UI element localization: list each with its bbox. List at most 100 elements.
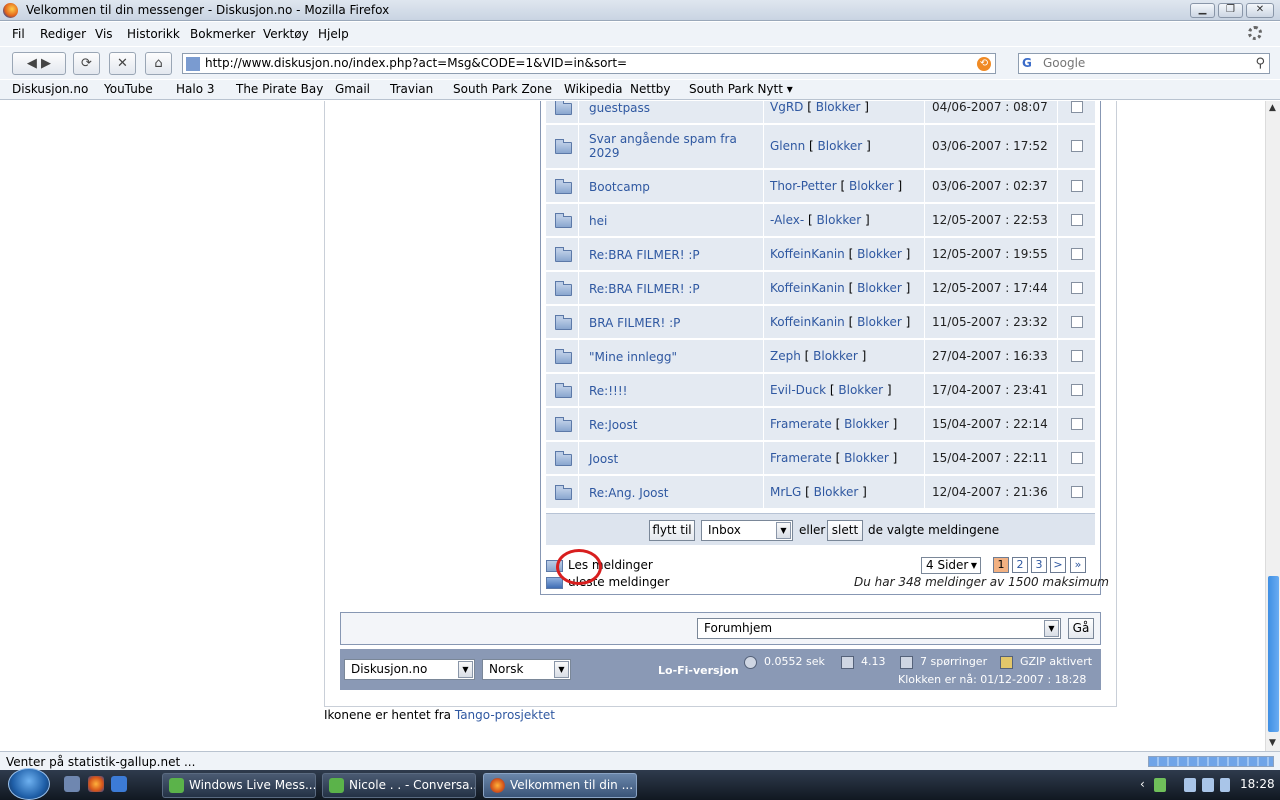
bookmark-gmail[interactable]: Gmail [335,82,370,96]
menu-rediger[interactable]: Rediger [40,27,86,41]
taskbar-clock[interactable]: 18:28 [1240,777,1275,791]
minimize-button[interactable]: ▁ [1190,3,1215,18]
menu-historikk[interactable]: Historikk [127,27,180,41]
sender-link[interactable]: KoffeinKanin [770,247,845,261]
last-page-link[interactable]: » [1070,557,1086,573]
rss-feed-icon[interactable]: ⟲ [977,57,991,71]
messenger-tray-icon[interactable] [1154,778,1166,792]
message-checkbox[interactable] [1071,384,1083,396]
message-checkbox[interactable] [1071,452,1083,464]
message-subject-link[interactable]: hei [589,214,759,228]
message-checkbox[interactable] [1071,101,1083,113]
message-subject-link[interactable]: Bootcamp [589,180,759,194]
page-3-link[interactable]: 3 [1031,557,1047,573]
message-checkbox[interactable] [1071,486,1083,498]
chevron-down-icon[interactable]: ▼ [458,661,473,678]
stop-icon[interactable]: ✕ [109,52,136,75]
search-box[interactable]: G ⚲ [1018,53,1270,74]
message-checkbox[interactable] [1071,248,1083,260]
block-sender-link[interactable]: Blokker [857,315,902,329]
folder-select[interactable]: Inbox ▼ [701,520,793,541]
lofi-link[interactable]: Lo-Fi-versjon [658,664,739,677]
chevron-down-icon[interactable]: ▼ [971,558,977,573]
home-icon[interactable]: ⌂ [145,52,172,75]
sender-link[interactable]: VgRD [770,101,803,114]
show-desktop-icon[interactable] [64,776,80,792]
sender-link[interactable]: KoffeinKanin [770,315,845,329]
block-sender-link[interactable]: Blokker [817,213,862,227]
message-checkbox[interactable] [1071,140,1083,152]
scroll-down-icon[interactable]: ▼ [1269,738,1276,748]
address-bar[interactable]: ⟲ [182,53,996,74]
switch-windows-icon[interactable] [111,776,127,792]
block-sender-link[interactable]: Blokker [816,101,861,114]
move-to-button[interactable]: flytt til [649,520,695,541]
forum-jump-select[interactable]: Forumhjem ▼ [697,618,1061,639]
firefox-quicklaunch-icon[interactable] [88,776,104,792]
bookmark-nettby[interactable]: Nettby [630,82,671,96]
page-1-current[interactable]: 1 [993,557,1009,573]
message-checkbox[interactable] [1071,214,1083,226]
bookmark-southparkzone[interactable]: South Park Zone [453,82,552,96]
delete-button[interactable]: slett [827,520,863,541]
block-sender-link[interactable]: Blokker [849,179,894,193]
menu-vis[interactable]: Vis [95,27,113,41]
site-select[interactable]: Diskusjon.no ▼ [344,659,475,680]
bookmark-diskusjon[interactable]: Diskusjon.no [12,82,88,96]
battery-icon[interactable] [1184,778,1196,792]
sender-link[interactable]: Evil-Duck [770,383,826,397]
message-subject-link[interactable]: Svar angående spam fra 2029 [589,132,759,160]
tray-expand-icon[interactable]: ‹ [1140,777,1145,791]
scroll-up-icon[interactable]: ▲ [1269,103,1276,113]
block-sender-link[interactable]: Blokker [814,485,859,499]
bookmark-piratebay[interactable]: The Pirate Bay [236,82,323,96]
next-page-link[interactable]: > [1050,557,1066,573]
page-2-link[interactable]: 2 [1012,557,1028,573]
sender-link[interactable]: Thor-Petter [770,179,837,193]
bookmark-wikipedia[interactable]: Wikipedia [564,82,623,96]
bookmark-southparknytt[interactable]: South Park Nytt ▾ [689,82,793,96]
bookmark-travian[interactable]: Travian [390,82,433,96]
chevron-down-icon[interactable]: ▼ [776,522,791,539]
message-subject-link[interactable]: Re:BRA FILMER! :P [589,248,759,262]
page-scrollbar[interactable]: ▲ ▼ [1265,101,1280,751]
sender-link[interactable]: Glenn [770,139,805,153]
menu-fil[interactable]: Fil [12,27,25,41]
url-input[interactable] [205,56,975,70]
message-checkbox[interactable] [1071,282,1083,294]
block-sender-link[interactable]: Blokker [857,247,902,261]
block-sender-link[interactable]: Blokker [818,139,863,153]
message-subject-link[interactable]: guestpass [589,101,759,115]
block-sender-link[interactable]: Blokker [857,281,902,295]
message-checkbox[interactable] [1071,350,1083,362]
chevron-down-icon[interactable]: ▼ [1044,620,1059,637]
message-subject-link[interactable]: "Mine innlegg" [589,350,759,364]
task-windows-live-messenger[interactable]: Windows Live Mess... [162,773,316,798]
block-sender-link[interactable]: Blokker [838,383,883,397]
message-checkbox[interactable] [1071,316,1083,328]
message-subject-link[interactable]: Re:Joost [589,418,759,432]
bookmark-youtube[interactable]: YouTube [104,82,153,96]
message-subject-link[interactable]: Re:Ang. Joost [589,486,759,500]
language-select[interactable]: Norsk ▼ [482,659,571,680]
sender-link[interactable]: -Alex- [770,213,804,227]
google-icon[interactable]: G [1022,56,1037,71]
sender-link[interactable]: KoffeinKanin [770,281,845,295]
message-checkbox[interactable] [1071,180,1083,192]
tango-link[interactable]: Tango-prosjektet [455,708,555,722]
block-sender-link[interactable]: Blokker [844,417,889,431]
sender-link[interactable]: Framerate [770,417,832,431]
message-checkbox[interactable] [1071,418,1083,430]
go-button[interactable]: Gå [1068,618,1094,639]
sender-link[interactable]: MrLG [770,485,801,499]
scrollbar-thumb[interactable] [1268,576,1279,732]
message-subject-link[interactable]: Re:!!!! [589,384,759,398]
search-input[interactable] [1043,56,1243,70]
block-sender-link[interactable]: Blokker [813,349,858,363]
block-sender-link[interactable]: Blokker [844,451,889,465]
back-forward-button[interactable]: ◀ ▶ [12,52,66,75]
sender-link[interactable]: Framerate [770,451,832,465]
sender-link[interactable]: Zeph [770,349,801,363]
start-button[interactable] [8,768,50,800]
maximize-button[interactable]: ❐ [1218,3,1243,18]
